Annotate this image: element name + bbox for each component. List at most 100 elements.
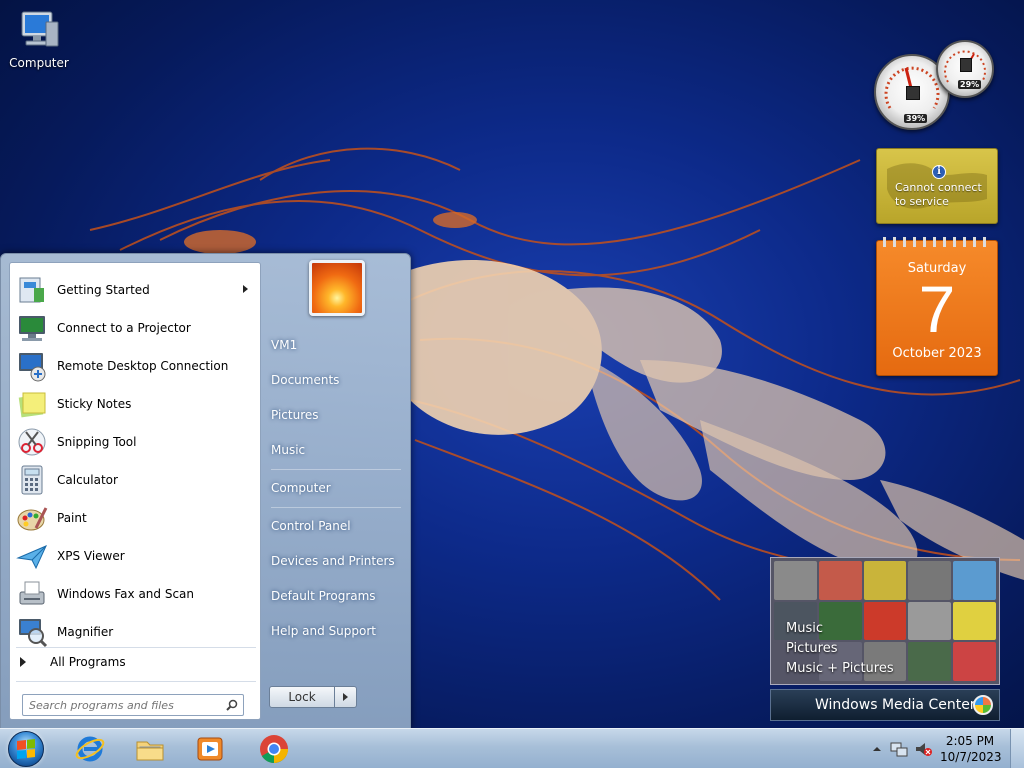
all-programs-button[interactable]: All Programs — [12, 649, 258, 675]
media-tile — [953, 561, 996, 600]
link-music[interactable]: Music — [271, 443, 305, 457]
expand-arrow-icon — [20, 657, 26, 667]
sticky-notes-icon — [16, 388, 48, 420]
program-label: Paint — [57, 511, 87, 525]
program-label: Connect to a Projector — [57, 321, 191, 335]
link-control-panel[interactable]: Control Panel — [271, 519, 351, 533]
media-item-music-pictures[interactable]: Music + Pictures — [786, 659, 894, 679]
calendar-day: 7 — [918, 272, 956, 346]
link-pictures[interactable]: Pictures — [271, 408, 319, 422]
media-tile — [863, 561, 907, 600]
media-tile — [908, 601, 952, 641]
start-menu-programs-pane: Getting Started Connect to a Projector R… — [9, 262, 261, 720]
internet-explorer-icon — [75, 736, 105, 762]
program-paint[interactable]: Paint — [12, 499, 258, 537]
cpu-chip-icon — [906, 86, 920, 100]
media-player-icon — [197, 737, 223, 761]
search-icon[interactable] — [226, 699, 238, 711]
program-getting-started[interactable]: Getting Started — [12, 271, 258, 309]
link-default-programs[interactable]: Default Programs — [271, 589, 376, 603]
link-computer[interactable]: Computer — [271, 481, 331, 495]
media-center-bar[interactable]: Windows Media Center — [770, 689, 1000, 721]
search-input[interactable] — [29, 698, 213, 712]
program-fax-scan[interactable]: Windows Fax and Scan — [12, 575, 258, 613]
calculator-icon — [16, 464, 48, 496]
calendar-rings — [883, 237, 991, 247]
desktop-icon-label: Computer — [9, 56, 69, 70]
show-hidden-icons-icon[interactable] — [872, 744, 882, 754]
program-remote-desktop[interactable]: Remote Desktop Connection — [12, 347, 258, 385]
remote-desktop-icon — [16, 350, 48, 382]
media-center-title: Windows Media Center — [815, 697, 976, 713]
magnifier-icon — [16, 616, 48, 648]
menu-separator — [271, 469, 401, 470]
link-devices-printers[interactable]: Devices and Printers — [271, 554, 395, 568]
media-center-gadget[interactable]: Music Pictures Music + Pictures Windows … — [770, 557, 1000, 721]
windows-orb-icon — [973, 695, 993, 715]
program-label: Magnifier — [57, 625, 114, 639]
taskbar-internet-explorer[interactable] — [62, 731, 118, 767]
weather-gadget[interactable]: i Cannot connect to service — [876, 148, 998, 224]
submenu-arrow-icon — [243, 285, 248, 293]
memory-gauge: 29% — [936, 40, 994, 98]
memory-percent: 29% — [958, 80, 982, 89]
clock-time: 2:05 PM — [945, 734, 995, 748]
all-programs-label: All Programs — [50, 655, 126, 669]
desktop-icon-computer[interactable]: Computer — [8, 8, 70, 70]
media-center-menu: Music Pictures Music + Pictures — [786, 619, 894, 679]
paint-icon — [16, 502, 48, 534]
program-label: Windows Fax and Scan — [57, 587, 195, 601]
show-desktop-button[interactable] — [1010, 729, 1024, 768]
lock-button[interactable]: Lock — [269, 686, 335, 708]
user-avatar[interactable] — [309, 260, 365, 316]
program-connect-projector[interactable]: Connect to a Projector — [12, 309, 258, 347]
start-button[interactable] — [4, 730, 48, 768]
getting-started-icon — [16, 274, 48, 306]
lock-button-group: Lock — [269, 686, 357, 708]
media-tile — [774, 561, 817, 600]
program-sticky-notes[interactable]: Sticky Notes — [12, 385, 258, 423]
menu-separator — [271, 507, 401, 508]
weather-message-line1: Cannot connect — [895, 181, 982, 194]
chrome-icon — [260, 735, 288, 763]
taskbar: 2:05 PM 10/7/2023 — [0, 728, 1024, 768]
taskbar-chrome[interactable] — [246, 731, 302, 767]
taskbar-media-player[interactable] — [182, 731, 238, 767]
program-magnifier[interactable]: Magnifier — [12, 613, 258, 651]
program-label: Remote Desktop Connection — [57, 359, 229, 373]
link-help-support[interactable]: Help and Support — [271, 624, 376, 638]
media-tile — [908, 642, 952, 681]
program-xps-viewer[interactable]: XPS Viewer — [12, 537, 258, 575]
media-item-pictures[interactable]: Pictures — [786, 639, 894, 659]
network-icon[interactable] — [890, 740, 908, 758]
windows-logo-icon — [17, 739, 35, 759]
weather-message-line2: to service — [895, 195, 949, 208]
snipping-tool-icon — [16, 426, 48, 458]
program-label: Getting Started — [57, 283, 150, 297]
media-tile — [908, 561, 952, 600]
cpu-meter-gadget[interactable]: 39% 29% — [872, 40, 996, 132]
shutdown-options-button[interactable] — [335, 686, 357, 708]
taskbar-clock[interactable]: 2:05 PM 10/7/2023 — [940, 733, 1002, 765]
start-menu: Getting Started Connect to a Projector R… — [0, 253, 411, 729]
weather-message: Cannot connect to service — [895, 181, 982, 209]
program-label: XPS Viewer — [57, 549, 125, 563]
calendar-gadget[interactable]: Saturday 7 October 2023 — [876, 237, 998, 376]
start-menu-links-pane: VM1 Documents Pictures Music Computer Co… — [263, 254, 411, 730]
link-user[interactable]: VM1 — [271, 338, 297, 352]
program-label: Calculator — [57, 473, 118, 487]
fax-scan-icon — [16, 578, 48, 610]
menu-separator — [16, 647, 256, 648]
program-label: Snipping Tool — [57, 435, 137, 449]
program-calculator[interactable]: Calculator — [12, 461, 258, 499]
link-documents[interactable]: Documents — [271, 373, 339, 387]
taskbar-windows-explorer[interactable] — [122, 731, 178, 767]
start-search-box[interactable] — [22, 694, 244, 716]
media-item-music[interactable]: Music — [786, 619, 894, 639]
program-snipping-tool[interactable]: Snipping Tool — [12, 423, 258, 461]
volume-muted-icon[interactable] — [914, 740, 932, 758]
projector-icon — [16, 312, 48, 344]
folder-icon — [136, 741, 164, 761]
xps-viewer-icon — [16, 540, 48, 572]
info-icon: i — [932, 165, 946, 179]
